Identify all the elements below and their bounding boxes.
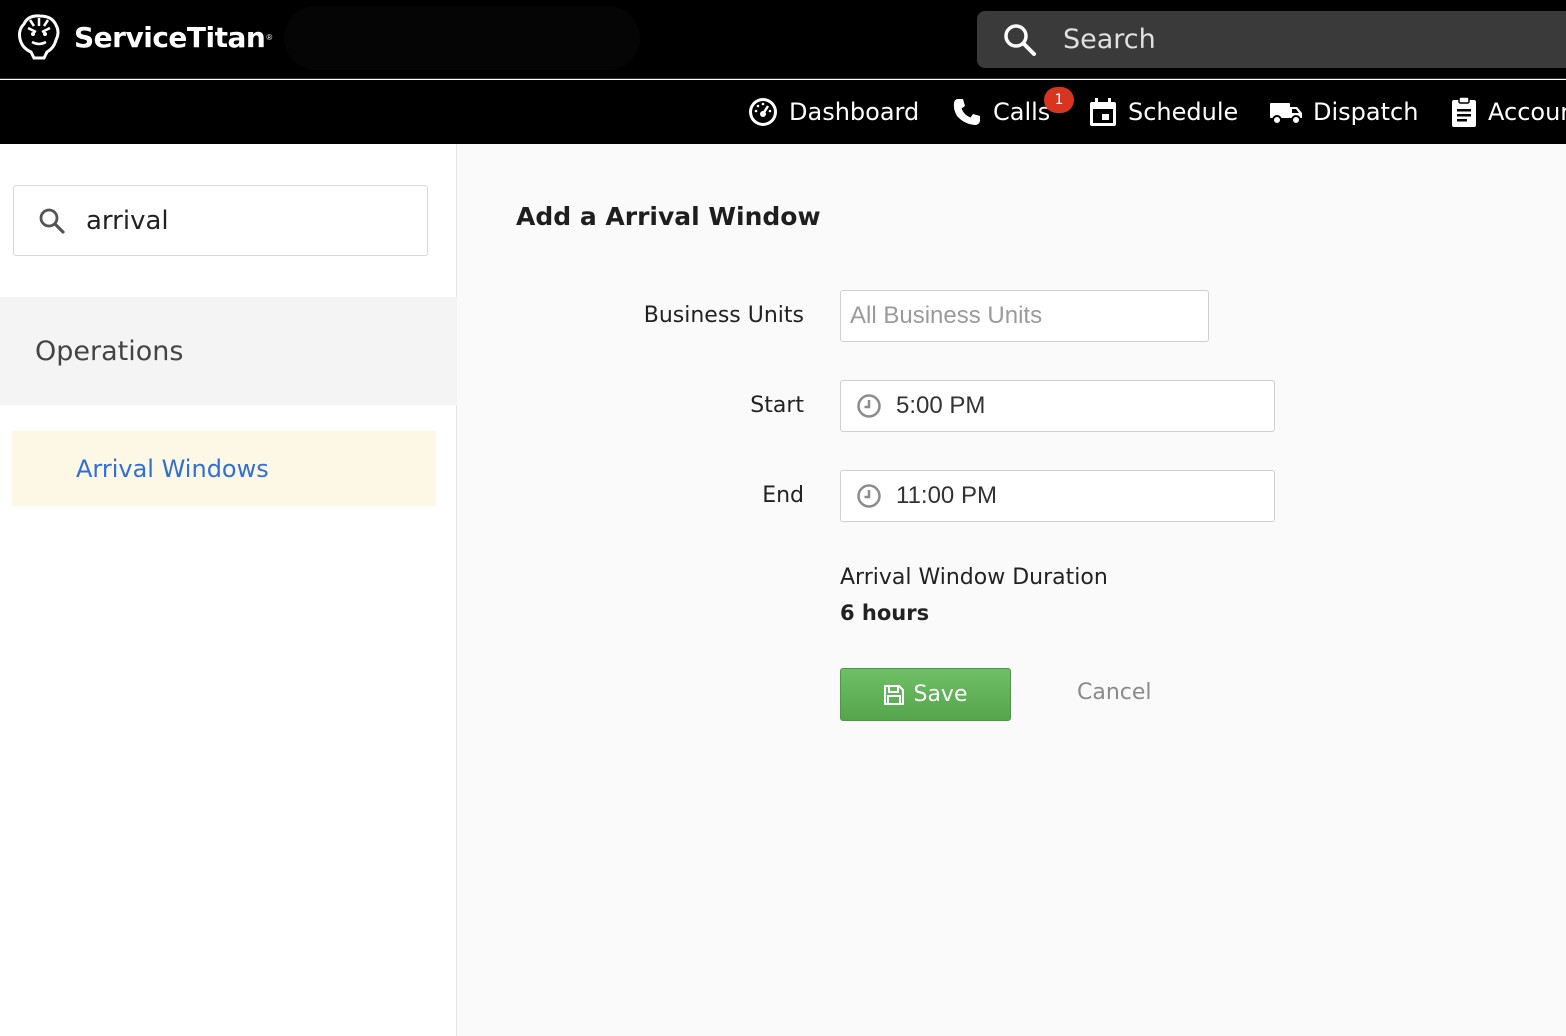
sidebar-section-label: Operations <box>35 335 184 367</box>
global-search-input[interactable] <box>1063 24 1463 55</box>
phone-icon <box>953 99 980 125</box>
start-time-field[interactable] <box>840 380 1275 432</box>
settings-sidebar: Operations Arrival Windows <box>0 144 457 1036</box>
nav-dashboard-label: Dashboard <box>789 98 920 126</box>
clock-icon <box>857 484 881 508</box>
servicetitan-logo[interactable]: ServiceTitan ® <box>14 12 272 62</box>
end-label: End <box>762 483 804 508</box>
sidebar-item-arrival-windows[interactable]: Arrival Windows <box>12 431 436 506</box>
calendar-icon <box>1090 98 1116 126</box>
sidebar-section-operations[interactable]: Operations <box>0 297 457 405</box>
nav-schedule-label: Schedule <box>1128 98 1239 126</box>
top-header: ServiceTitan ® <box>0 0 1566 79</box>
cancel-button[interactable]: Cancel <box>1077 680 1152 705</box>
settings-search-input[interactable] <box>86 205 386 236</box>
duration-label: Arrival Window Duration <box>840 565 1108 590</box>
main-nav: Dashboard Calls Schedule Dispatch Accou <box>0 80 1566 144</box>
business-units-field[interactable] <box>840 290 1209 342</box>
organization-switcher[interactable] <box>284 6 640 70</box>
business-units-label: Business Units <box>643 303 804 328</box>
brand-name: ServiceTitan <box>74 20 266 54</box>
start-label: Start <box>750 393 804 418</box>
nav-accounting-label: Accoun <box>1488 98 1566 126</box>
business-units-input[interactable] <box>850 302 1208 330</box>
nav-accounting[interactable]: Accoun <box>1450 80 1566 144</box>
clock-icon <box>857 394 881 418</box>
truck-icon <box>1270 103 1302 125</box>
dashboard-gauge-icon <box>749 98 777 126</box>
end-time-input[interactable] <box>896 482 1274 510</box>
page-title: Add a Arrival Window <box>516 202 821 231</box>
search-icon <box>1004 23 1036 56</box>
clipboard-icon <box>1452 96 1476 127</box>
nav-calls[interactable]: Calls <box>951 80 1050 144</box>
nav-dashboard[interactable]: Dashboard <box>747 80 919 144</box>
duration-value: 6 hours <box>840 601 930 625</box>
registered-mark: ® <box>266 32 273 42</box>
nav-schedule[interactable]: Schedule <box>1088 80 1238 144</box>
nav-dispatch[interactable]: Dispatch <box>1269 80 1418 144</box>
floppy-disk-icon <box>884 684 905 705</box>
calls-notification-badge: 1 <box>1044 87 1074 113</box>
save-button-label: Save <box>913 682 968 707</box>
save-button[interactable]: Save <box>840 668 1011 721</box>
settings-search[interactable] <box>13 185 428 256</box>
end-time-field[interactable] <box>840 470 1275 522</box>
nav-calls-label: Calls <box>993 98 1051 126</box>
global-search[interactable] <box>977 11 1566 68</box>
start-time-input[interactable] <box>896 392 1274 420</box>
main-content: Add a Arrival Window Business Units Star… <box>458 144 1566 1036</box>
titan-head-icon <box>18 14 60 60</box>
search-icon <box>39 208 65 234</box>
nav-dispatch-label: Dispatch <box>1313 98 1419 126</box>
sidebar-item-label: Arrival Windows <box>76 454 269 483</box>
